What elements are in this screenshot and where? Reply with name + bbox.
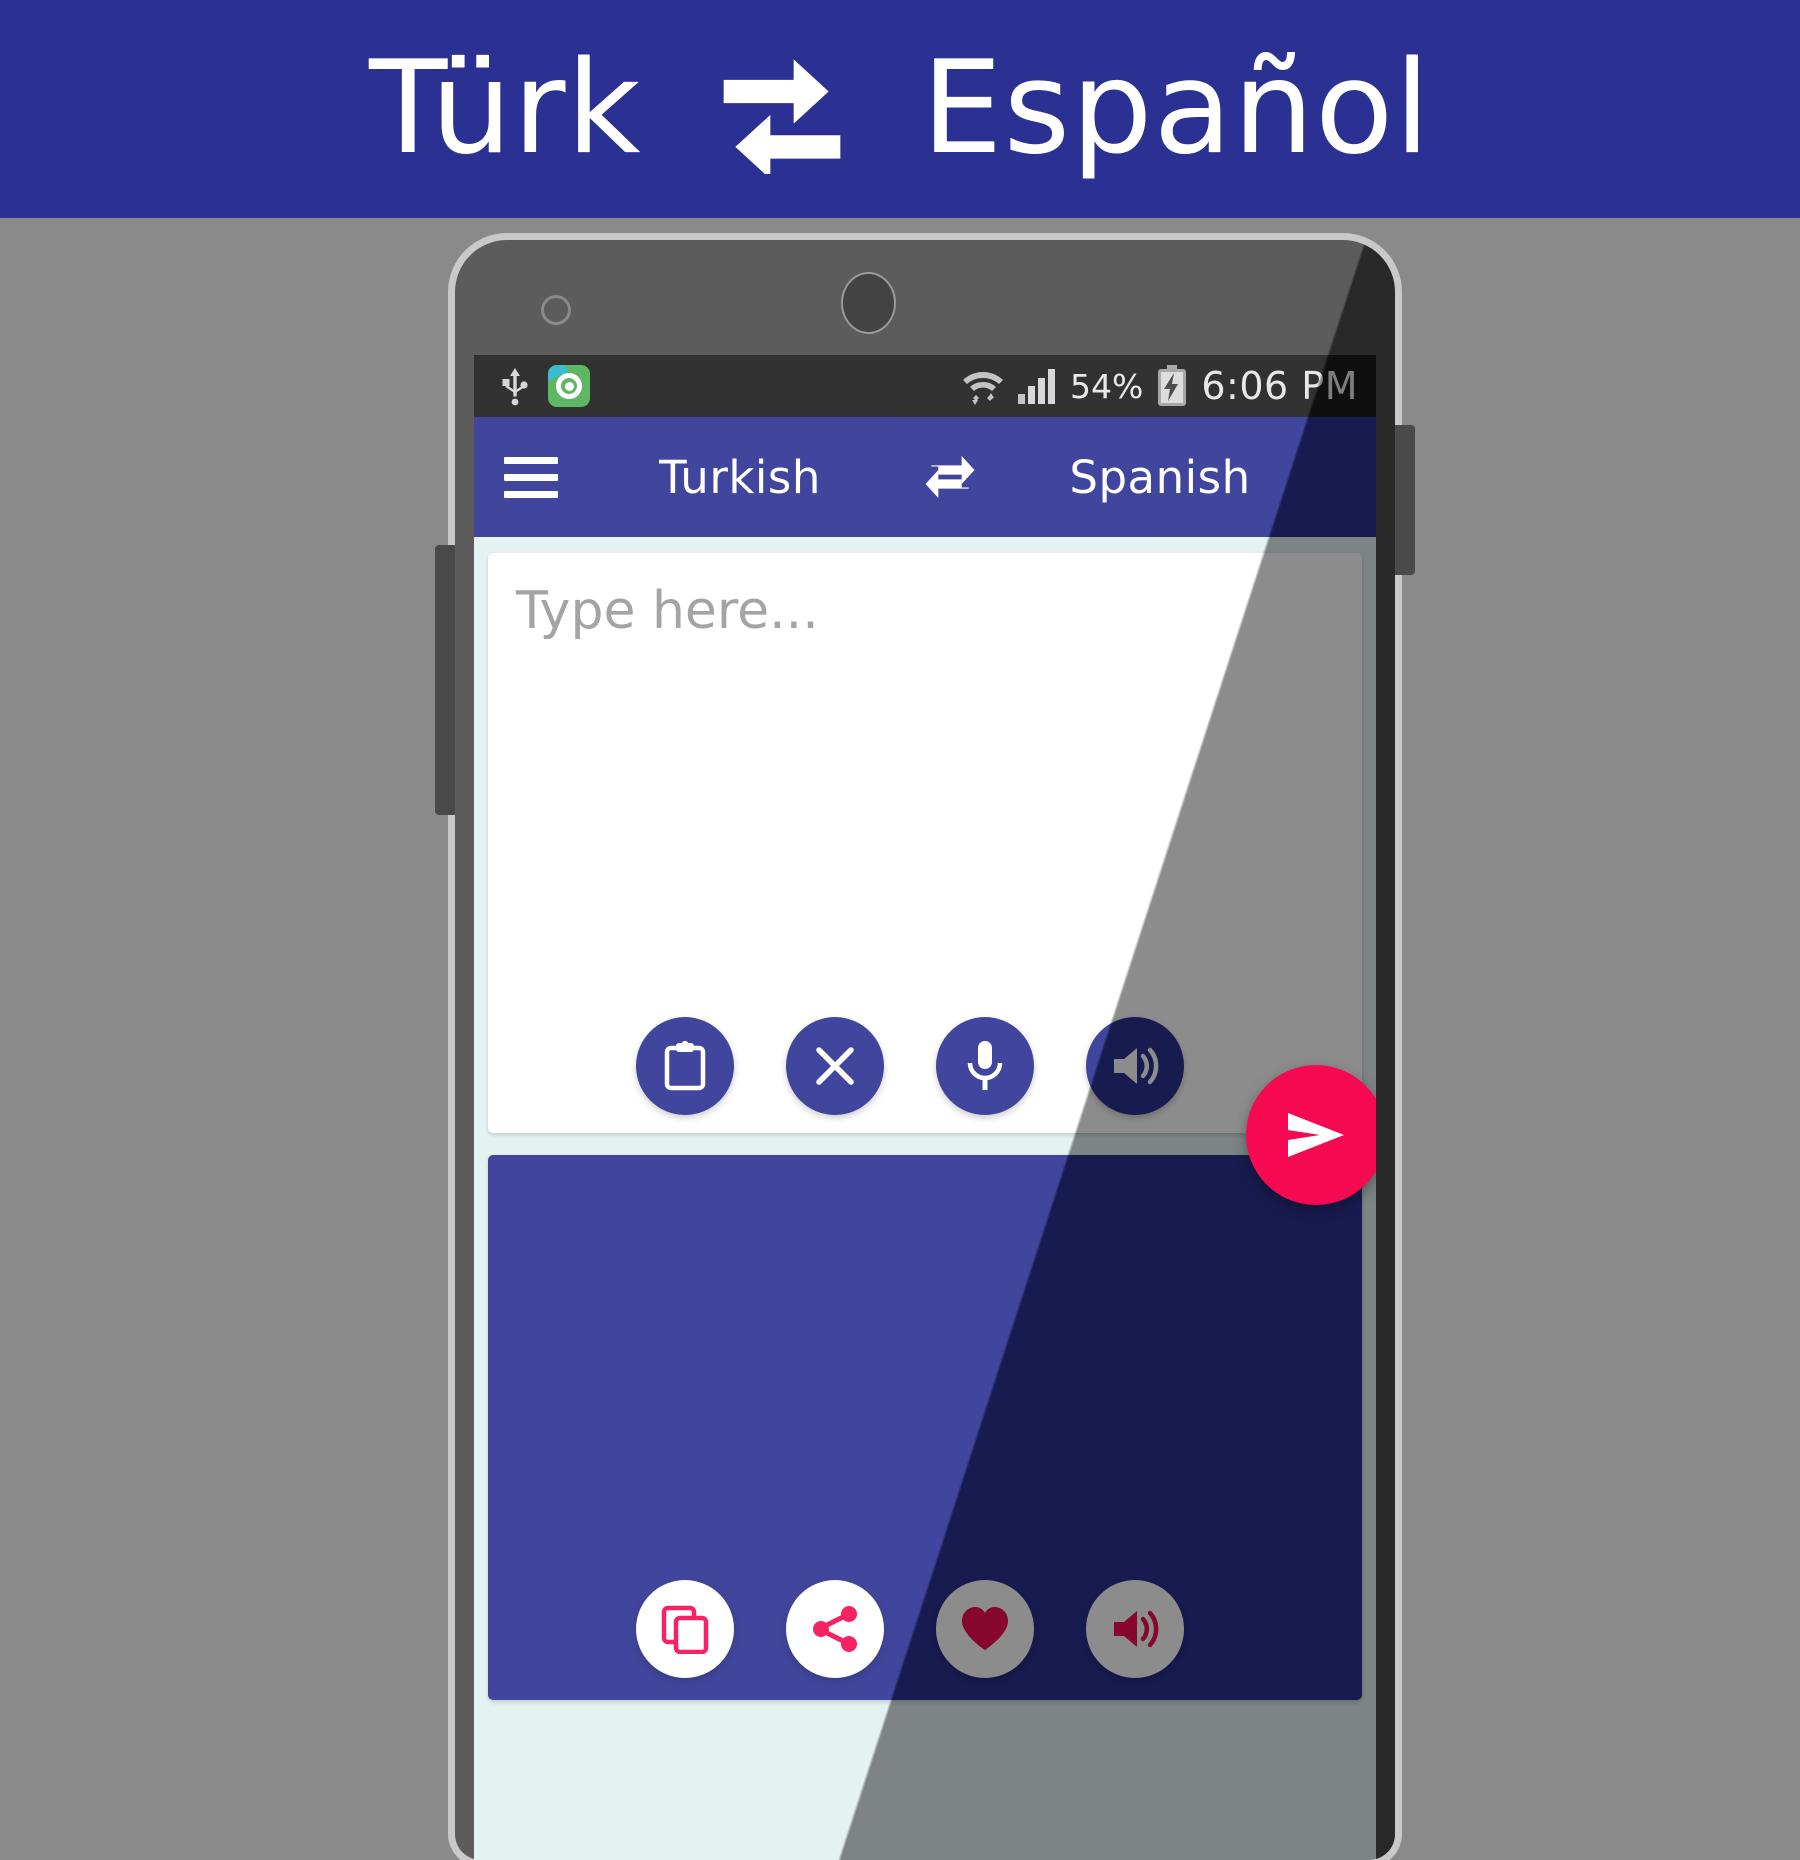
front-camera-icon	[841, 272, 896, 334]
promo-banner: Türk Español	[0, 0, 1800, 218]
swap-languages-icon[interactable]	[922, 450, 978, 504]
phone-screen: 54% 6:06 PM Turkish Spanish Type here...	[474, 355, 1376, 1860]
app-toolbar: Turkish Spanish	[474, 417, 1376, 537]
hamburger-menu-icon[interactable]	[504, 456, 558, 498]
speaker-icon	[1114, 1047, 1159, 1085]
status-bar-clock: 6:06 PM	[1201, 364, 1358, 408]
banner-target-language: Español	[921, 34, 1431, 183]
output-area	[474, 1133, 1376, 1714]
microphone-icon	[967, 1041, 1003, 1090]
usb-icon	[502, 368, 528, 406]
translated-text-card	[488, 1155, 1362, 1700]
swap-arrows-icon	[723, 59, 840, 174]
copy-button[interactable]	[636, 1580, 734, 1678]
output-action-bar	[488, 1580, 1362, 1678]
status-bar: 54% 6:06 PM	[474, 355, 1376, 417]
input-action-bar	[488, 1017, 1362, 1115]
close-icon	[816, 1047, 854, 1085]
battery-charging-icon	[1158, 365, 1187, 406]
volume-rocker[interactable]	[435, 545, 457, 815]
input-area: Type here...	[474, 537, 1376, 1205]
recorder-app-icon	[548, 365, 590, 407]
target-language-selector[interactable]: Spanish	[1069, 451, 1250, 504]
heart-icon	[962, 1607, 1008, 1650]
source-text-input[interactable]: Type here...	[516, 585, 1334, 637]
speak-source-button[interactable]	[1086, 1017, 1184, 1115]
power-button[interactable]	[1393, 425, 1415, 575]
voice-input-button[interactable]	[936, 1017, 1034, 1115]
phone-mockup: 54% 6:06 PM Turkish Spanish Type here...	[435, 240, 1415, 1860]
speaker-icon	[1114, 1610, 1159, 1648]
paste-button[interactable]	[636, 1017, 734, 1115]
cellular-signal-icon	[1018, 369, 1056, 404]
favorite-button[interactable]	[936, 1580, 1034, 1678]
speak-result-button[interactable]	[1086, 1580, 1184, 1678]
wifi-icon	[963, 372, 1004, 405]
send-icon	[1288, 1113, 1344, 1157]
banner-source-language: Türk	[369, 34, 642, 183]
share-icon	[813, 1606, 857, 1652]
translate-send-button[interactable]	[1246, 1065, 1376, 1205]
battery-percent-label: 54%	[1070, 366, 1144, 406]
translated-text	[488, 1155, 489, 1156]
copy-icon	[661, 1605, 709, 1654]
proximity-sensor-icon	[541, 295, 571, 325]
clipboard-icon	[664, 1040, 706, 1091]
source-language-selector[interactable]: Turkish	[659, 451, 821, 504]
source-text-card: Type here...	[488, 553, 1376, 1205]
clear-button[interactable]	[786, 1017, 884, 1115]
share-button[interactable]	[786, 1580, 884, 1678]
